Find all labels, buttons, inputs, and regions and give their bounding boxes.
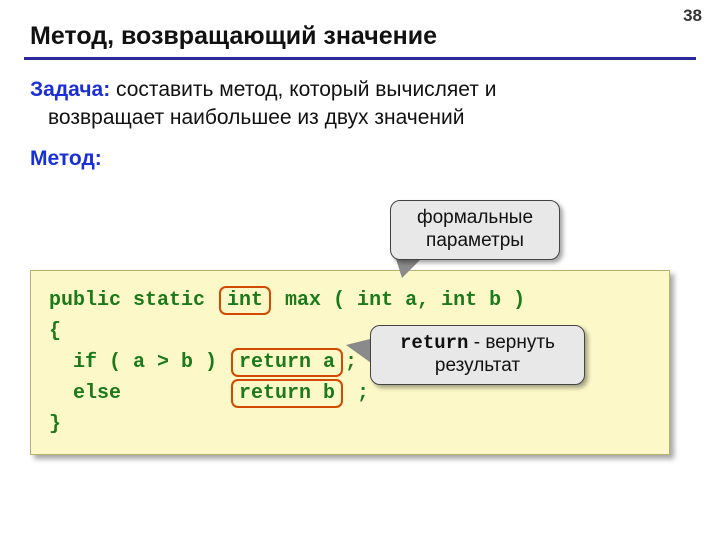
task-text-2: возвращает наибольшее из двух значений [30,104,690,132]
callout-return-mono: return [400,332,468,354]
code-line-1: public static int max ( int a, int b ) [49,285,651,316]
code-hl-return-a: return a [231,348,343,377]
code-t: max ( int a, int b ) [273,289,525,312]
slide-body: Задача: составить метод, который вычисля… [0,60,720,171]
code-line-5: } [49,409,651,440]
page-number: 38 [683,6,702,26]
task-text-1: составить метод, который вычисляет и [110,78,496,101]
code-t: if ( a > b ) [49,351,229,374]
callout-formal-params-line1: формальные [417,207,533,228]
code-t: else [49,382,229,405]
slide-title: Метод, возвращающий значение [0,0,720,57]
code-hl-return-b: return b [231,379,343,408]
callout-return: return - вернуть результат [370,325,585,385]
code-t: public static [49,289,217,312]
task-block: Задача: составить метод, который вычисля… [30,76,690,133]
callout-return-text1: - вернуть [468,332,555,353]
method-label: Метод: [30,147,690,171]
code-hl-int: int [219,286,271,315]
task-label: Задача: [30,78,110,101]
code-t: ; [345,382,369,405]
callout-return-text2: результат [435,355,520,376]
callout-formal-params: формальные параметры [390,200,560,260]
callout-formal-params-line2: параметры [426,230,524,251]
